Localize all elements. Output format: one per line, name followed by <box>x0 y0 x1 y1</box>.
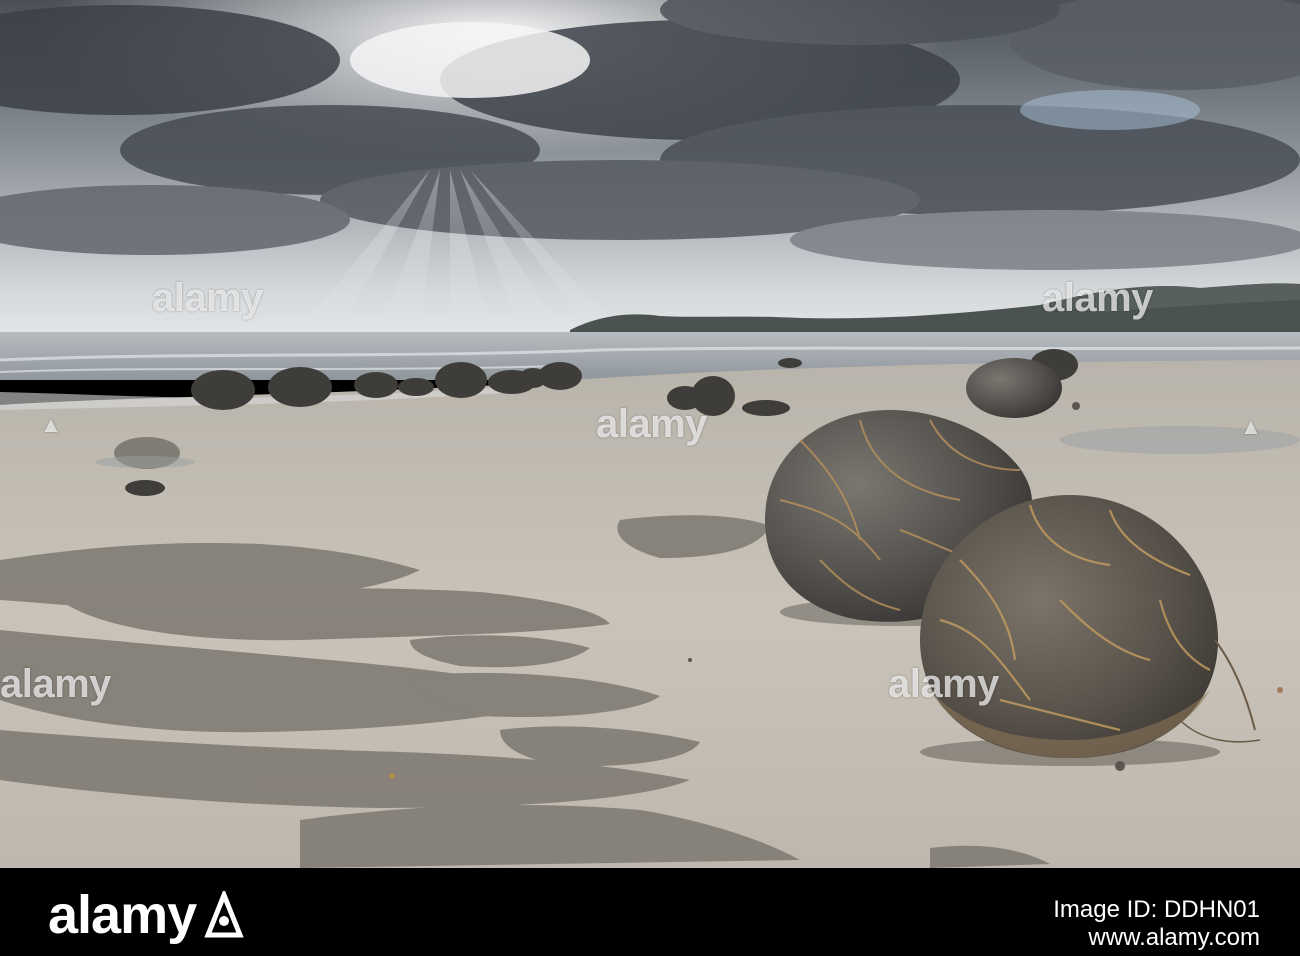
watermark-bottom-left: alamy <box>0 662 111 707</box>
watermark-text: alamy <box>1042 276 1153 320</box>
watermark-text: alamy <box>0 662 111 706</box>
watermark-mark-right: ▲ <box>1240 414 1262 439</box>
footer-bar: alamy Image ID: DDHN01 www.alamy.com <box>0 868 1300 956</box>
footer-info: Image ID: DDHN01 www.alamy.com <box>1053 896 1260 952</box>
alamy-mark-icon <box>204 891 244 938</box>
mid-boulder <box>966 358 1062 418</box>
watermark-center: alamy <box>596 402 707 447</box>
image-id-text: Image ID: DDHN01 <box>1053 896 1260 923</box>
watermark-text: alamy <box>888 662 999 706</box>
watermark-top-right: alamy <box>1042 276 1153 321</box>
stock-photo-frame: alamy alamy alamy alamy alamy ▲ ▲ alamy … <box>0 0 1300 956</box>
watermark-top-left: alamy <box>152 276 263 321</box>
watermark-text: alamy <box>596 402 707 446</box>
logo-text: alamy <box>48 885 197 945</box>
site-url-text: www.alamy.com <box>1088 924 1260 951</box>
watermark-text: alamy <box>152 276 263 320</box>
beach-boulders-photo: alamy alamy alamy alamy alamy ▲ ▲ <box>0 0 1300 868</box>
cloud-layer <box>0 0 1300 270</box>
watermark-bottom-right: alamy <box>888 662 999 707</box>
alamy-logo: alamy <box>48 884 244 946</box>
watermark-mark-left: ▲ <box>40 412 62 437</box>
